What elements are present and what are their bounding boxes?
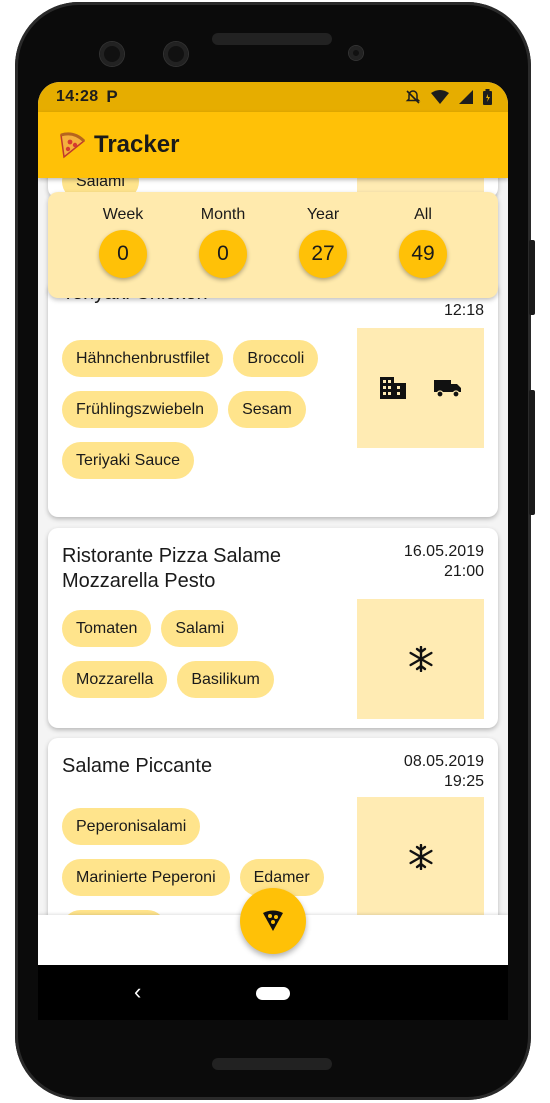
stat-label: Month [200, 206, 246, 223]
stat-label: Week [102, 206, 144, 223]
time-text: 12:18 [443, 302, 484, 319]
app-screen: 14:28 P Tracker Salami Week 0 Month 0 Ye… [38, 82, 508, 965]
notifications-off-icon [405, 90, 421, 104]
status-bar: 14:28 P [38, 82, 508, 112]
pizza-date: 16.05.2019 21:00 [404, 542, 484, 582]
date-text: 16.05.2019 [403, 543, 484, 560]
snowflake-icon [408, 646, 433, 672]
app-title: Tracker [94, 131, 180, 158]
building-icon [379, 377, 406, 399]
status-time: 14:28 [56, 88, 99, 105]
app-bar: Tracker [38, 112, 508, 178]
ingredient-chip: Tomaten [62, 610, 152, 647]
pizza-slice-icon [60, 132, 86, 159]
ingredient-chip: Mozzarella [62, 661, 168, 698]
ingredient-chip: Salami [161, 610, 239, 647]
volume-button [529, 390, 535, 515]
ingredient-chip: Peperonisalami [62, 808, 201, 845]
ingredient-chip: Hähnchenbrustfilet [62, 340, 224, 377]
category-icon-box [357, 599, 484, 719]
pizza-name: Salame Piccante [62, 755, 213, 777]
stat-value: 49 [399, 230, 447, 278]
stat-label: All [414, 206, 432, 223]
pizza-list[interactable]: Salami Week 0 Month 0 Year 27 All 49 12:… [38, 178, 508, 965]
time-text: 21:00 [443, 563, 484, 580]
back-nav-icon[interactable]: ‹ [134, 979, 141, 1005]
system-nav-bar: ‹ [38, 965, 508, 1020]
stat-month: Month 0 [183, 206, 263, 278]
ingredient-chip: Frühlingszwiebeln [62, 391, 219, 428]
stat-week: Week 0 [83, 206, 163, 278]
ingredient-chip: Broccoli [233, 340, 319, 377]
front-camera-right [164, 42, 188, 66]
battery-icon [483, 89, 492, 105]
time-text: 19:25 [443, 773, 484, 790]
stats-panel: Week 0 Month 0 Year 27 All 49 [48, 192, 498, 298]
stat-value: 0 [99, 230, 147, 278]
category-icon-box [357, 797, 484, 917]
stat-label: Year [306, 206, 340, 223]
pizza-name: Ristorante Pizza Salame Mozzarella Pesto [62, 545, 281, 592]
ingredient-chip: Basilikum [177, 661, 274, 698]
front-camera-left [100, 42, 124, 66]
pizza-icon [263, 910, 283, 931]
ingredient-chip: Sesam [228, 391, 306, 428]
delivery-truck-icon [433, 380, 461, 398]
ingredient-chip: Teriyaki Sauce [62, 442, 195, 479]
list-item[interactable]: Ristorante Pizza Salame Mozzarella Pesto… [48, 528, 498, 728]
pizza-date: 08.05.2019 19:25 [404, 752, 484, 792]
signal-icon [459, 90, 473, 104]
list-item[interactable]: Teriyaki Chicken 18.05.2019 12:18 Hähnch… [48, 281, 498, 517]
stat-year: Year 27 [283, 206, 363, 278]
proximity-sensor [349, 46, 363, 60]
bottom-speaker [212, 1058, 332, 1070]
earpiece-speaker [212, 33, 332, 45]
stat-value: 0 [199, 230, 247, 278]
add-pizza-button[interactable] [240, 888, 306, 954]
parking-app-icon: P [106, 87, 118, 106]
stat-all: All 49 [383, 206, 463, 278]
wifi-icon [431, 90, 449, 104]
category-icon-box [357, 328, 484, 448]
power-button [529, 240, 535, 315]
snowflake-icon [408, 844, 433, 870]
stat-value: 27 [299, 230, 347, 278]
home-nav-pill[interactable] [256, 987, 290, 1000]
date-text: 08.05.2019 [403, 753, 484, 770]
ingredient-chip: Marinierte Peperoni [62, 859, 230, 896]
